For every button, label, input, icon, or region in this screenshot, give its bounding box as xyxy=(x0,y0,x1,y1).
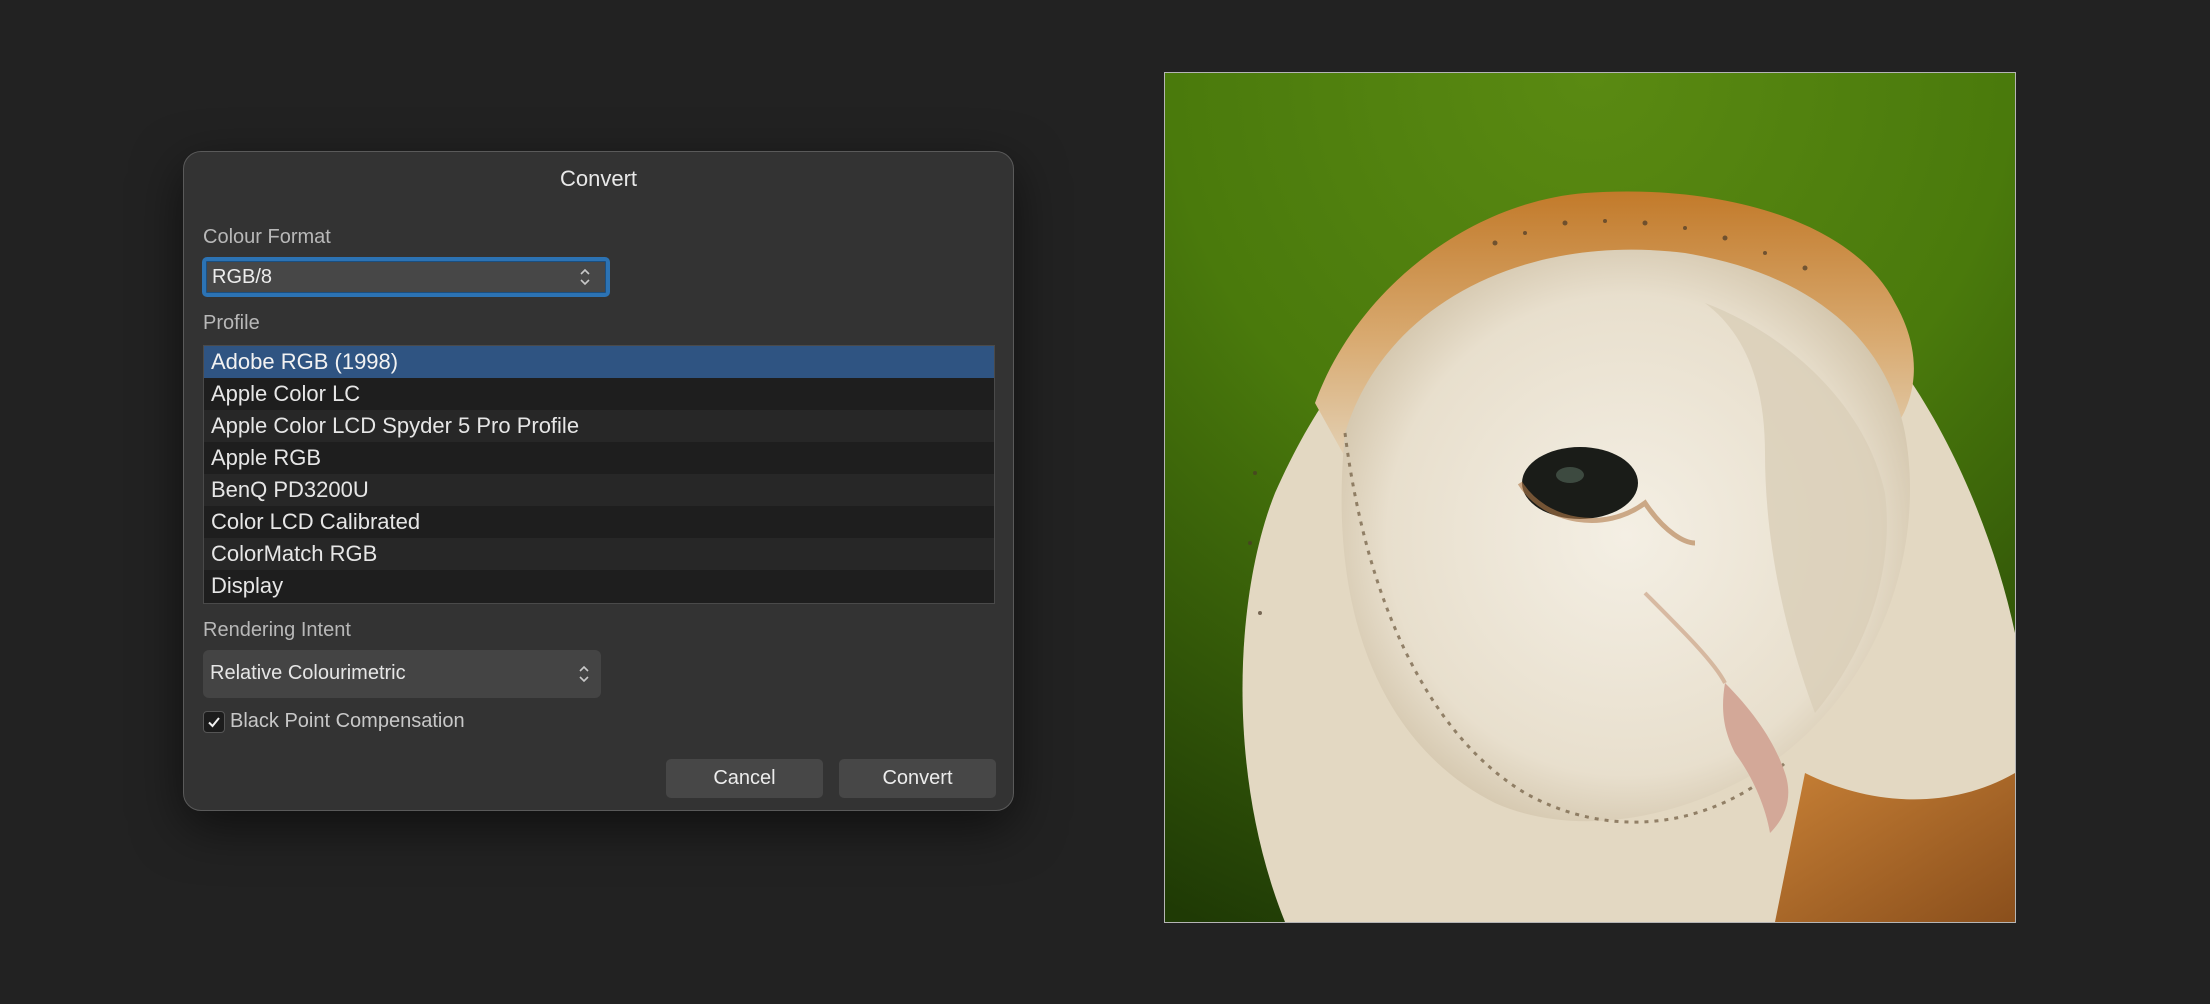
profile-item-apple-color-lc[interactable]: Apple Color LC xyxy=(204,378,994,410)
profile-item-benq[interactable]: BenQ PD3200U xyxy=(204,474,994,506)
profile-item-colormatch-rgb[interactable]: ColorMatch RGB xyxy=(204,538,994,570)
profile-item-apple-rgb[interactable]: Apple RGB xyxy=(204,442,994,474)
checkmark-icon xyxy=(208,717,220,728)
rendering-intent-select[interactable]: Relative Colourimetric xyxy=(203,650,601,698)
black-point-checkbox[interactable] xyxy=(203,711,225,733)
black-point-label: Black Point Compensation xyxy=(230,710,465,732)
profile-item-display[interactable]: Display xyxy=(204,570,994,602)
chevron-updown-icon xyxy=(577,662,591,686)
owl-photo xyxy=(1165,73,2015,922)
dialog-title: Convert xyxy=(559,166,638,191)
rendering-intent-value: Relative Colourimetric xyxy=(210,662,406,684)
rendering-intent-label: Rendering Intent xyxy=(203,619,351,641)
profile-label: Profile xyxy=(203,312,260,334)
colour-format-select[interactable]: RGB/8 xyxy=(202,257,610,297)
profile-list[interactable]: Adobe RGB (1998) Apple Color LC Apple Co… xyxy=(203,345,995,604)
profile-item-adobe-rgb[interactable]: Adobe RGB (1998) xyxy=(204,346,994,378)
chevron-updown-icon xyxy=(578,265,592,289)
cancel-button[interactable]: Cancel xyxy=(666,759,823,798)
colour-format-value: RGB/8 xyxy=(212,266,273,288)
colour-format-label: Colour Format xyxy=(203,226,331,248)
convert-dialog: Convert Colour Format RGB/8 Profile Adob… xyxy=(183,151,1014,811)
convert-button[interactable]: Convert xyxy=(839,759,996,798)
profile-item-apple-color-lcd-spyder[interactable]: Apple Color LCD Spyder 5 Pro Profile xyxy=(204,410,994,442)
image-preview xyxy=(1164,72,2016,923)
profile-item-color-lcd-calibrated[interactable]: Color LCD Calibrated xyxy=(204,506,994,538)
